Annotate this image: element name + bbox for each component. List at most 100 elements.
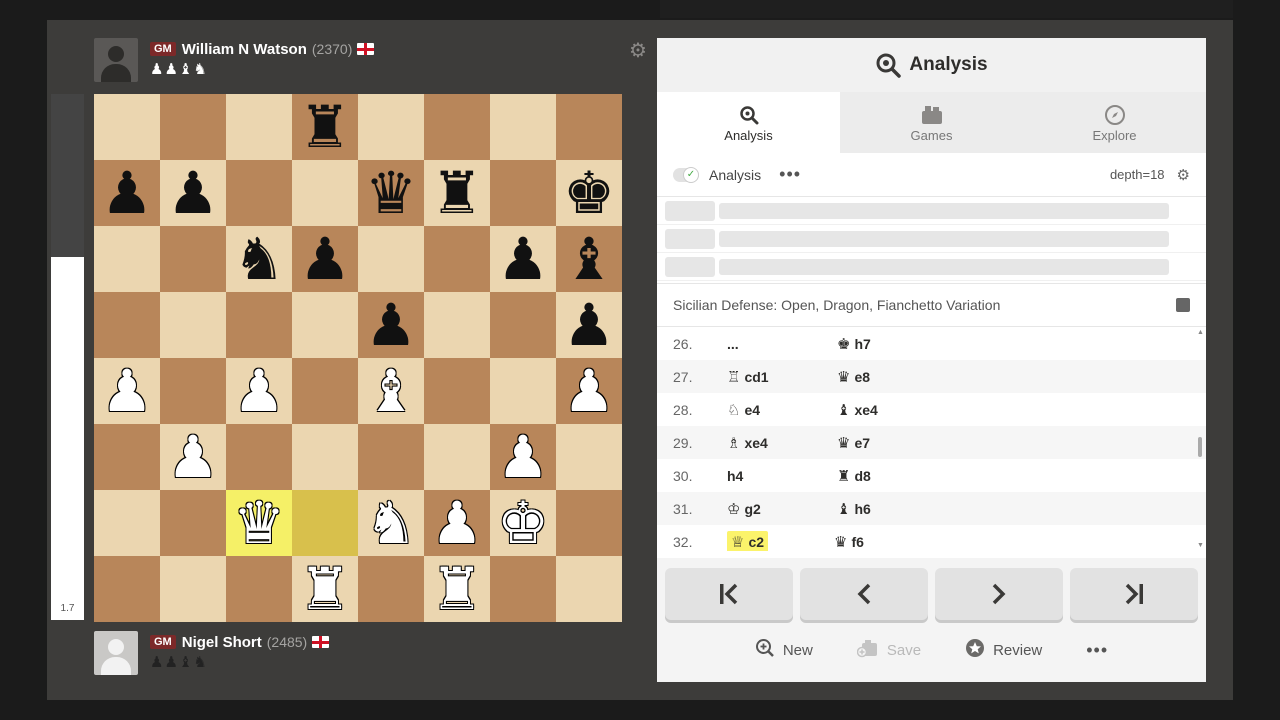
square-f1[interactable]: ♜ <box>424 556 490 622</box>
square-d6[interactable]: ♟ <box>292 226 358 292</box>
black-piece-c6[interactable]: ♞ <box>233 230 285 288</box>
white-piece-c4[interactable]: ♟ <box>233 362 285 420</box>
square-b2[interactable] <box>160 490 226 556</box>
square-b6[interactable] <box>160 226 226 292</box>
black-piece-e7[interactable]: ♛ <box>365 164 417 222</box>
black-piece-f7[interactable]: ♜ <box>431 164 483 222</box>
next-move-button[interactable] <box>935 568 1063 620</box>
previous-move-button[interactable] <box>800 568 928 620</box>
square-e4[interactable]: ♝ <box>358 358 424 424</box>
square-a7[interactable]: ♟ <box>94 160 160 226</box>
square-g1[interactable] <box>490 556 556 622</box>
new-button[interactable]: New <box>755 638 813 663</box>
square-a1[interactable] <box>94 556 160 622</box>
scrollbar-thumb[interactable] <box>1198 437 1202 457</box>
black-move[interactable]: ♛ e7 <box>837 434 947 452</box>
scroll-down-icon[interactable]: ▼ <box>1197 542 1204 549</box>
square-b3[interactable]: ♟ <box>160 424 226 490</box>
square-e8[interactable] <box>358 94 424 160</box>
player-name[interactable]: William N Watson <box>182 41 307 58</box>
square-b5[interactable] <box>160 292 226 358</box>
last-move-button[interactable] <box>1070 568 1198 620</box>
square-h7[interactable]: ♚ <box>556 160 622 226</box>
white-move[interactable]: h4 <box>727 468 837 484</box>
square-g7[interactable] <box>490 160 556 226</box>
black-move[interactable]: ♚ h7 <box>837 335 947 353</box>
square-a5[interactable] <box>94 292 160 358</box>
square-g2[interactable]: ♚ <box>490 490 556 556</box>
square-b8[interactable] <box>160 94 226 160</box>
square-f4[interactable] <box>424 358 490 424</box>
tab-analysis[interactable]: Analysis <box>657 92 840 153</box>
black-piece-g6[interactable]: ♟ <box>497 230 549 288</box>
black-move[interactable]: ♝ xe4 <box>837 401 947 419</box>
board-settings-gear-icon[interactable]: ⚙ <box>629 38 647 63</box>
white-move[interactable]: ♗ xe4 <box>727 434 837 452</box>
black-piece-d8[interactable]: ♜ <box>299 98 351 156</box>
square-a8[interactable] <box>94 94 160 160</box>
engine-settings-gear-icon[interactable]: ⚙ <box>1177 166 1190 184</box>
move-list-scrollbar[interactable]: ▲ ▼ <box>1197 327 1204 551</box>
white-piece-d1[interactable]: ♜ <box>299 560 351 618</box>
chess-board[interactable]: ♜ ♟ ♟ ♛ ♜ ♚ ♞ ♟ ♟ ♝ ♟ ♟ ♟ ♟ ♝ ♟ ♟ ♟ ♛ ♞ ♟ ♚ ♜ ♜ <box>94 94 622 622</box>
square-b4[interactable] <box>160 358 226 424</box>
square-c4[interactable]: ♟ <box>226 358 292 424</box>
black-piece-h7[interactable]: ♚ <box>563 164 615 222</box>
white-piece-e2[interactable]: ♞ <box>365 494 417 552</box>
player-name[interactable]: Nigel Short <box>182 634 262 651</box>
square-b7[interactable]: ♟ <box>160 160 226 226</box>
white-move[interactable]: ... <box>727 336 837 352</box>
square-d2[interactable] <box>292 490 358 556</box>
square-d5[interactable] <box>292 292 358 358</box>
engine-more-icon[interactable]: ••• <box>779 164 801 185</box>
book-icon[interactable] <box>1176 298 1190 312</box>
white-piece-c2[interactable]: ♛ <box>233 494 285 552</box>
black-move[interactable]: ♜ d8 <box>837 467 947 485</box>
square-a2[interactable] <box>94 490 160 556</box>
square-a4[interactable]: ♟ <box>94 358 160 424</box>
square-b1[interactable] <box>160 556 226 622</box>
square-f8[interactable] <box>424 94 490 160</box>
black-move[interactable]: ♝ h6 <box>837 500 947 518</box>
black-move[interactable]: ♛ f6 <box>834 533 944 551</box>
square-e1[interactable] <box>358 556 424 622</box>
tab-explore[interactable]: Explore <box>1023 92 1206 153</box>
white-move[interactable]: ♔ g2 <box>727 500 837 518</box>
square-h5[interactable]: ♟ <box>556 292 622 358</box>
black-piece-h5[interactable]: ♟ <box>563 296 615 354</box>
more-actions-icon[interactable]: ••• <box>1086 640 1108 661</box>
square-d1[interactable]: ♜ <box>292 556 358 622</box>
avatar[interactable] <box>94 38 138 82</box>
white-move[interactable]: ♖ cd1 <box>727 368 837 386</box>
white-piece-e4[interactable]: ♝ <box>365 362 417 420</box>
first-move-button[interactable] <box>665 568 793 620</box>
square-f7[interactable]: ♜ <box>424 160 490 226</box>
square-f3[interactable] <box>424 424 490 490</box>
square-e3[interactable] <box>358 424 424 490</box>
square-c8[interactable] <box>226 94 292 160</box>
square-g5[interactable] <box>490 292 556 358</box>
square-c7[interactable] <box>226 160 292 226</box>
square-h1[interactable] <box>556 556 622 622</box>
square-e5[interactable]: ♟ <box>358 292 424 358</box>
square-c6[interactable]: ♞ <box>226 226 292 292</box>
save-button[interactable]: Save <box>856 638 921 663</box>
square-g6[interactable]: ♟ <box>490 226 556 292</box>
white-piece-f1[interactable]: ♜ <box>431 560 483 618</box>
black-move[interactable]: ♛ e8 <box>837 368 947 386</box>
engine-toggle[interactable]: ✓ <box>673 166 699 183</box>
square-g3[interactable]: ♟ <box>490 424 556 490</box>
white-move[interactable]: ♕ c2 <box>727 530 769 551</box>
white-piece-b3[interactable]: ♟ <box>167 428 219 486</box>
square-a6[interactable] <box>94 226 160 292</box>
square-c3[interactable] <box>226 424 292 490</box>
square-a3[interactable] <box>94 424 160 490</box>
black-piece-b7[interactable]: ♟ <box>167 164 219 222</box>
review-button[interactable]: Review <box>965 638 1042 663</box>
square-g8[interactable] <box>490 94 556 160</box>
white-piece-f2[interactable]: ♟ <box>431 494 483 552</box>
square-f5[interactable] <box>424 292 490 358</box>
square-f6[interactable] <box>424 226 490 292</box>
square-f2[interactable]: ♟ <box>424 490 490 556</box>
square-e6[interactable] <box>358 226 424 292</box>
